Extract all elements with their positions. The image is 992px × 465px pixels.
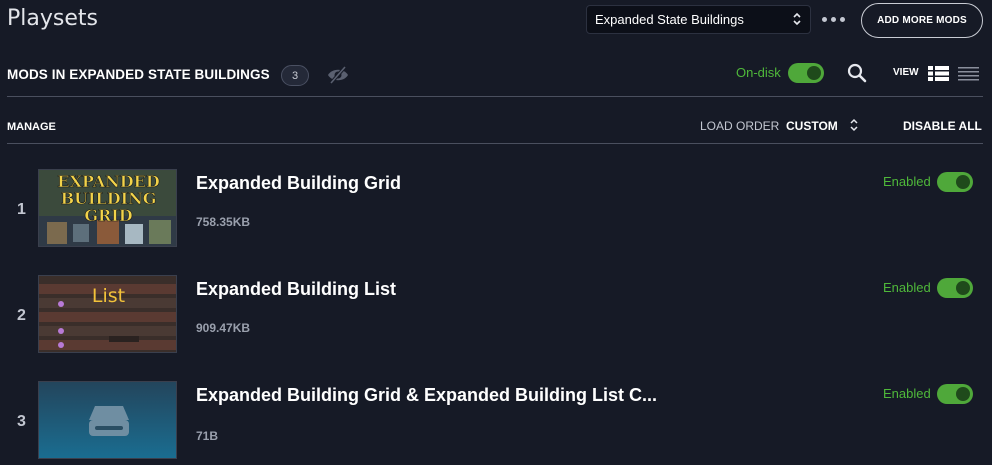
mod-enabled-toggle[interactable] xyxy=(937,172,973,192)
more-options-icon[interactable] xyxy=(820,10,848,28)
mod-thumbnail-image: List xyxy=(39,276,176,352)
ondisk-toggle[interactable] xyxy=(788,63,824,83)
toggle-knob xyxy=(956,387,970,401)
mod-thumbnail[interactable]: EXPANDED BUILDING GRID xyxy=(38,169,177,247)
mod-name[interactable]: Expanded Building Grid & Expanded Buildi… xyxy=(196,385,657,406)
mod-name[interactable]: Expanded Building List xyxy=(196,279,396,300)
divider xyxy=(7,143,983,144)
mod-status-label: Enabled xyxy=(883,280,931,295)
manage-label: MANAGE xyxy=(7,121,56,133)
mod-count-badge: 3 xyxy=(281,65,309,86)
playset-select-value: Expanded State Buildings xyxy=(595,12,744,27)
page-title: Playsets xyxy=(7,6,98,31)
divider xyxy=(7,96,983,97)
toggle-knob xyxy=(956,175,970,189)
view-list-icon[interactable] xyxy=(928,66,949,81)
mod-index: 3 xyxy=(17,413,26,430)
ondisk-label: On-disk xyxy=(736,65,781,80)
mods-heading: MODS IN EXPANDED STATE BUILDINGS xyxy=(7,67,270,82)
thumb-text: GRID xyxy=(84,206,132,225)
mod-index: 1 xyxy=(17,201,26,218)
playset-select[interactable]: Expanded State Buildings xyxy=(586,5,811,34)
chevron-updown-icon[interactable] xyxy=(850,118,858,132)
mod-size: 758.35KB xyxy=(196,215,251,229)
mod-thumbnail[interactable]: List xyxy=(38,275,177,353)
mod-name[interactable]: Expanded Building Grid xyxy=(196,173,401,194)
add-more-mods-button[interactable]: ADD MORE MODS xyxy=(861,3,983,38)
drive-icon xyxy=(39,382,176,458)
toggle-knob xyxy=(807,66,821,80)
chevron-updown-icon xyxy=(793,12,801,26)
mod-size: 71B xyxy=(196,429,219,443)
view-label: VIEW xyxy=(893,67,919,78)
mod-status-label: Enabled xyxy=(883,174,931,189)
mod-thumbnail-image: EXPANDED BUILDING GRID xyxy=(39,170,176,246)
thumb-text: List xyxy=(92,285,125,307)
toggle-knob xyxy=(956,281,970,295)
mod-status-label: Enabled xyxy=(883,386,931,401)
view-compact-icon[interactable] xyxy=(958,66,979,81)
load-order-select[interactable]: CUSTOM xyxy=(786,119,838,133)
eye-off-icon[interactable] xyxy=(327,65,349,85)
mod-enabled-toggle[interactable] xyxy=(937,278,973,298)
mod-thumbnail[interactable] xyxy=(38,381,177,459)
mod-enabled-toggle[interactable] xyxy=(937,384,973,404)
load-order-label: LOAD ORDER xyxy=(700,119,780,133)
disable-all-button[interactable]: DISABLE ALL xyxy=(903,119,982,133)
mod-index: 2 xyxy=(17,307,26,324)
search-icon[interactable] xyxy=(847,63,867,83)
mod-size: 909.47KB xyxy=(196,321,251,335)
